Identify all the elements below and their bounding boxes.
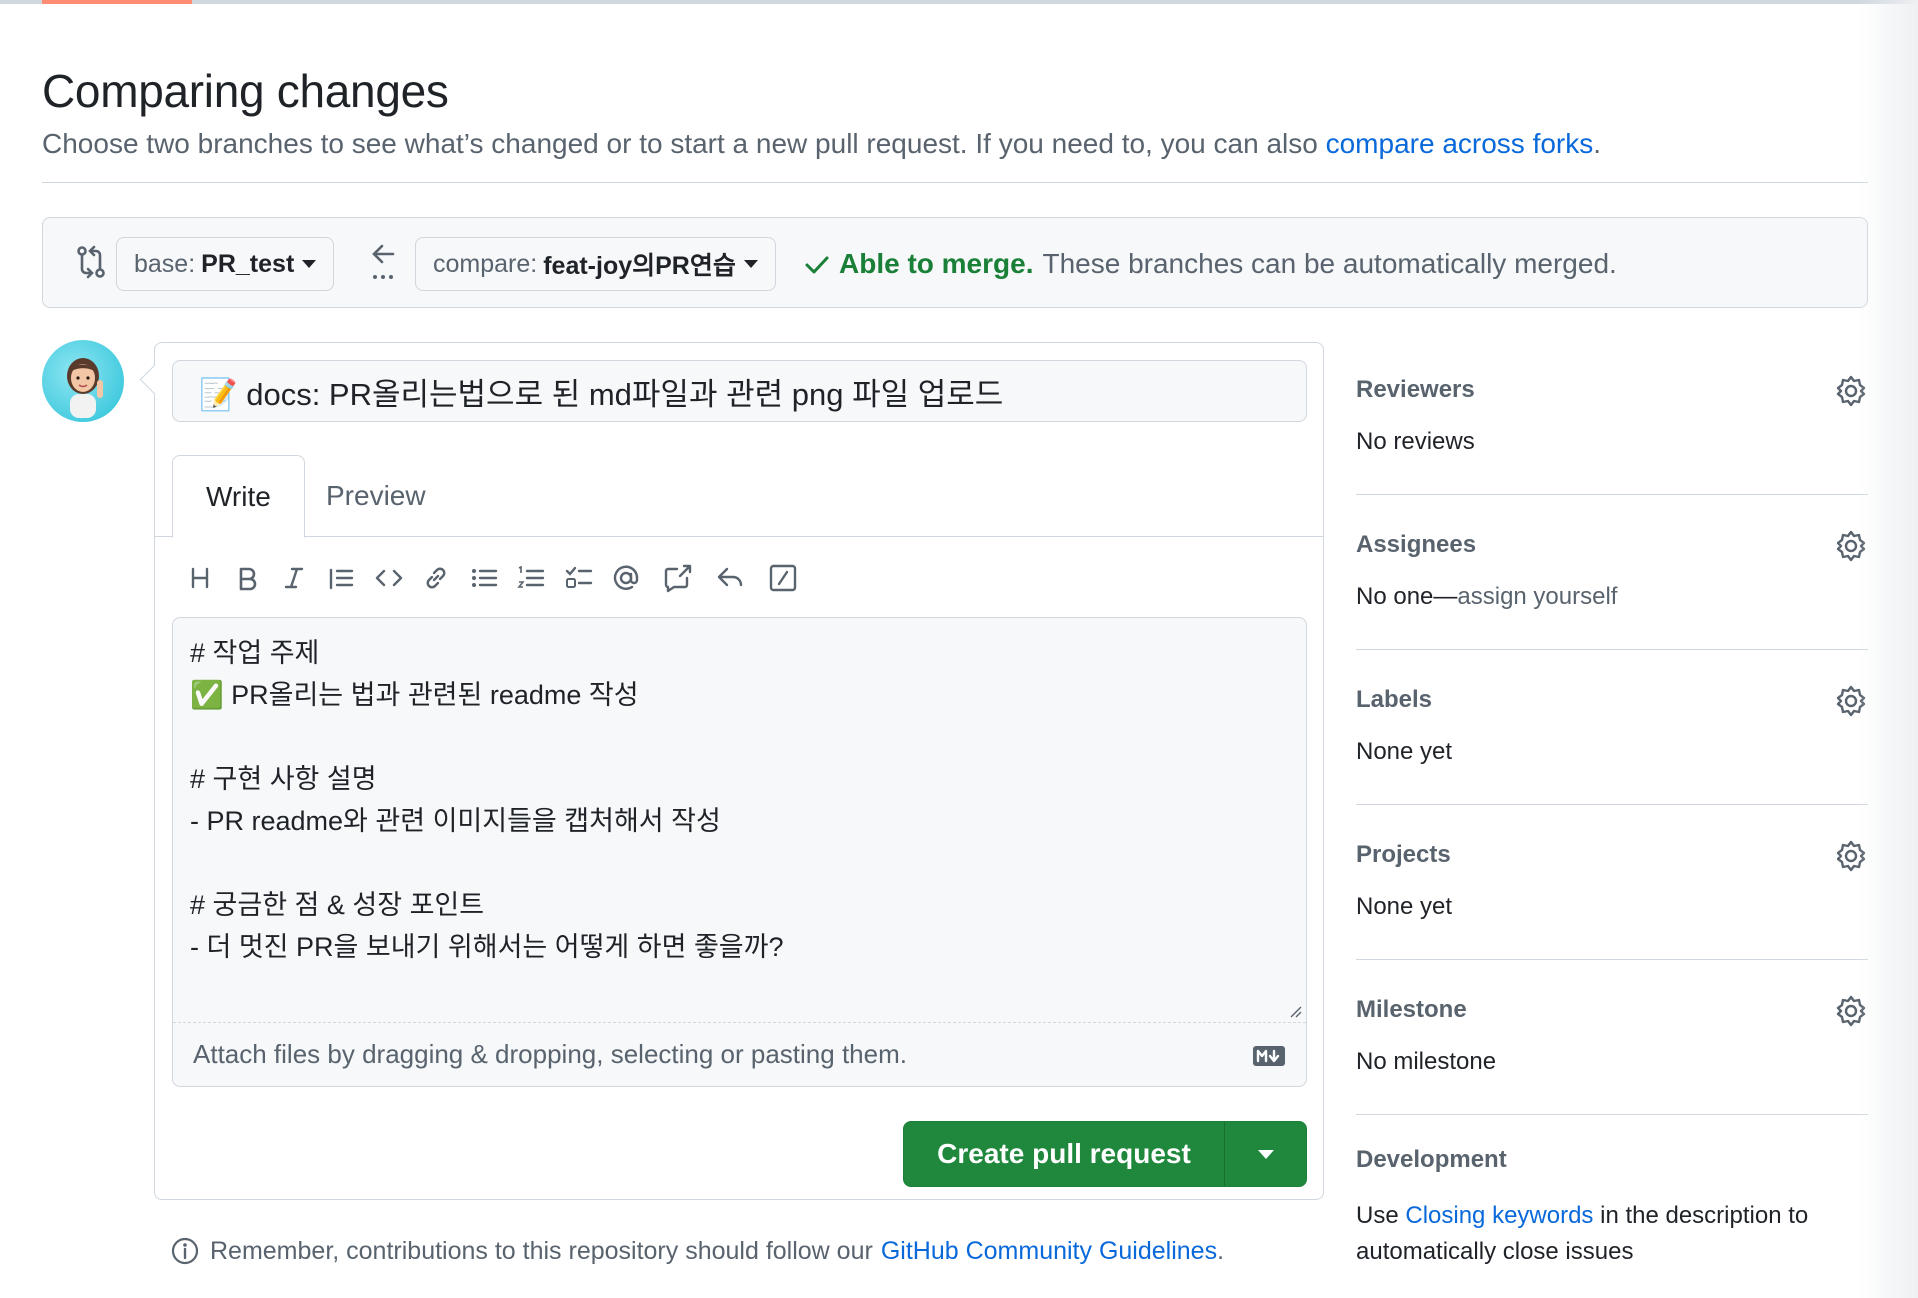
subtitle-period: . xyxy=(1593,128,1602,159)
body-line: - 더 멋진 PR을 보내기 위해서는 어떻게 하면 좋을까? xyxy=(190,932,784,962)
compare-across-forks-link[interactable]: compare across forks xyxy=(1326,128,1594,159)
projects-title[interactable]: Projects xyxy=(1356,841,1451,869)
development-text: Use Closing keywords in the description … xyxy=(1356,1198,1868,1270)
cross-reference-icon[interactable] xyxy=(658,558,698,598)
chevron-down-icon xyxy=(1257,1149,1274,1159)
create-pull-request-button[interactable]: Create pull request xyxy=(903,1121,1307,1187)
create-pull-request-label: Create pull request xyxy=(937,1138,1191,1169)
milestone-title[interactable]: Milestone xyxy=(1356,996,1467,1024)
contribution-guidelines-note: Remember, contributions to this reposito… xyxy=(170,1236,1224,1266)
quote-icon[interactable] xyxy=(321,558,361,598)
assignees-title[interactable]: Assignees xyxy=(1356,531,1476,559)
assignees-value: No one—assign yourself xyxy=(1356,583,1617,611)
memoji-image xyxy=(67,358,103,418)
body-line xyxy=(190,842,1289,884)
labels-section: Labels None yet xyxy=(1356,650,1868,805)
git-compare-icon xyxy=(77,245,105,279)
new-pull-request-form: 📝 docs: PR올리는법으로 된 md파일과 관련 png 파일 업로드 W… xyxy=(154,342,1324,1200)
create-options-dropdown[interactable] xyxy=(1225,1149,1306,1159)
assignees-none: No one— xyxy=(1356,583,1458,610)
body-line: # 구현 사항 설명 xyxy=(190,764,377,794)
body-line: ✅ PR올리는 법과 관련된 readme 작성 xyxy=(190,680,639,710)
header-underline xyxy=(0,0,1918,4)
attach-hint: Attach files by dragging & dropping, sel… xyxy=(193,1039,907,1069)
community-guidelines-link[interactable]: GitHub Community Guidelines xyxy=(881,1237,1217,1266)
development-title: Development xyxy=(1356,1146,1507,1173)
compare-label: compare: xyxy=(433,249,538,278)
heading-icon[interactable] xyxy=(180,558,220,598)
bold-icon[interactable] xyxy=(227,558,267,598)
arrow-left-icon xyxy=(372,244,395,279)
pr-body-textarea[interactable]: # 작업 주제 ✅ PR올리는 법과 관련된 readme 작성 # 구현 사항 설… xyxy=(172,617,1307,1087)
subtitle-text: Choose two branches to see what’s change… xyxy=(42,128,1326,159)
chevron-down-icon xyxy=(302,260,317,268)
labels-title[interactable]: Labels xyxy=(1356,686,1432,714)
labels-value: None yet xyxy=(1356,738,1453,765)
mention-icon[interactable] xyxy=(606,558,646,598)
development-prefix: Use xyxy=(1356,1202,1406,1229)
editor-tabs: Write Preview xyxy=(155,455,1323,538)
branch-range-editor: base: PR_test compare: feat-joy의PR연습 Abl… xyxy=(42,217,1868,308)
body-line: - PR readme와 관련 이미지들을 캡처해서 작성 xyxy=(190,806,721,836)
markdown-toolbar xyxy=(172,550,1307,610)
avatar[interactable] xyxy=(42,340,124,422)
pr-body-text[interactable]: # 작업 주제 ✅ PR올리는 법과 관련된 readme 작성 # 구현 사항 설… xyxy=(190,632,1289,1016)
pr-title-input[interactable]: 📝 docs: PR올리는법으로 된 md파일과 관련 png 파일 업로드 xyxy=(172,360,1307,422)
window-edge-shadow xyxy=(1858,0,1918,1298)
link-icon[interactable] xyxy=(416,558,456,598)
merge-status: Able to merge. These branches can be aut… xyxy=(803,248,1617,280)
numbered-list-icon[interactable] xyxy=(511,558,551,598)
italic-icon[interactable] xyxy=(274,558,314,598)
reviewers-value: No reviews xyxy=(1356,428,1475,455)
assign-yourself-link[interactable]: assign yourself xyxy=(1457,583,1617,610)
slash-commands-icon[interactable] xyxy=(763,558,803,598)
reviewers-title[interactable]: Reviewers xyxy=(1356,376,1475,404)
page-title: Comparing changes xyxy=(42,65,449,117)
base-branch-select[interactable]: base: PR_test xyxy=(116,237,335,291)
compare-branch-name: feat-joy의PR연습 xyxy=(543,252,736,280)
compare-branch-select[interactable]: compare: feat-joy의PR연습 xyxy=(415,237,776,291)
active-tab-indicator xyxy=(42,0,192,4)
chevron-down-icon xyxy=(743,260,758,268)
merge-message: These branches can be automatically merg… xyxy=(1042,248,1617,279)
tab-write[interactable]: Write xyxy=(172,455,305,538)
closing-keywords-link[interactable]: Closing keywords xyxy=(1405,1202,1593,1229)
projects-section: Projects None yet xyxy=(1356,805,1868,960)
base-label: base: xyxy=(134,249,196,278)
milestone-section: Milestone No milestone xyxy=(1356,960,1868,1115)
saved-reply-icon[interactable] xyxy=(710,558,750,598)
check-icon xyxy=(805,256,829,274)
footnote-period: . xyxy=(1217,1236,1225,1265)
reviewers-section: Reviewers No reviews xyxy=(1356,340,1868,495)
tab-preview[interactable]: Preview xyxy=(293,455,459,537)
bullet-list-icon[interactable] xyxy=(464,558,504,598)
body-line: # 작업 주제 xyxy=(190,638,320,668)
footnote-text: Remember, contributions to this reposito… xyxy=(210,1236,873,1265)
projects-value: None yet xyxy=(1356,893,1453,920)
markdown-icon[interactable] xyxy=(1252,1045,1286,1067)
body-line: # 궁금한 점 & 성장 포인트 xyxy=(190,890,485,920)
merge-status-text: Able to merge. xyxy=(839,248,1034,279)
task-list-icon[interactable] xyxy=(559,558,599,598)
milestone-value: No milestone xyxy=(1356,1048,1497,1075)
divider xyxy=(42,182,1868,183)
file-attachment-zone[interactable]: Attach files by dragging & dropping, sel… xyxy=(173,1022,1306,1086)
code-icon[interactable] xyxy=(369,558,409,598)
page-subtitle: Choose two branches to see what’s change… xyxy=(42,128,1601,160)
info-icon xyxy=(171,1237,199,1265)
body-line xyxy=(190,716,1289,758)
base-branch-name: PR_test xyxy=(201,249,295,278)
assignees-section: Assignees No one—assign yourself xyxy=(1356,495,1868,650)
resize-handle-icon[interactable] xyxy=(1288,1004,1302,1018)
